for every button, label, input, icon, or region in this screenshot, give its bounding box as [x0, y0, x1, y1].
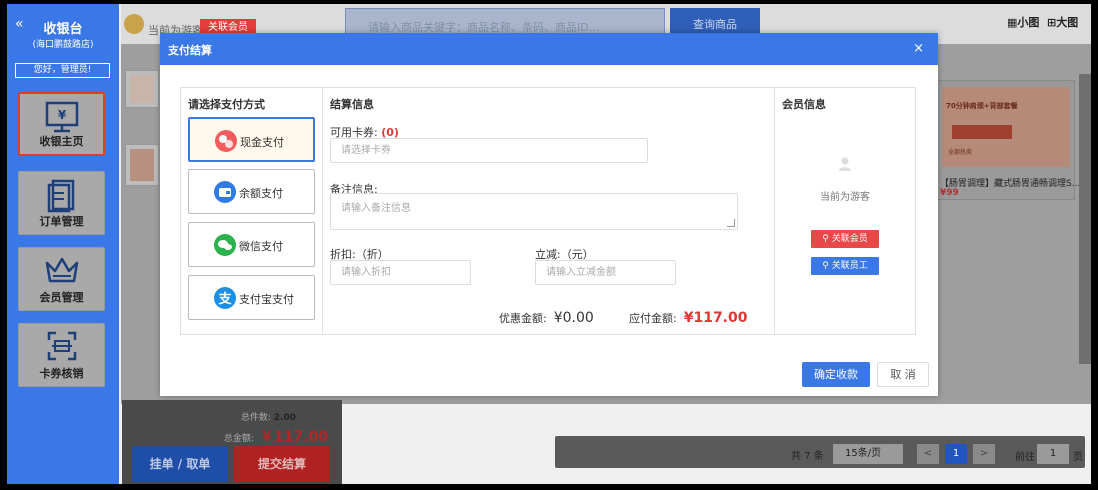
sidebar-item-label: 会员管理: [39, 291, 84, 304]
order-summary: 总件数: 2.00 总金额: ￥117.00 挂单 / 取单 提交结算: [122, 400, 342, 484]
sidebar-item-coupons[interactable]: 卡券核销: [18, 323, 105, 387]
page-suffix: 页: [1073, 452, 1083, 463]
user-placeholder-icon: [839, 157, 851, 171]
remark-textarea[interactable]: 请输入备注信息: [330, 193, 738, 230]
submit-checkout-button[interactable]: 提交结算: [234, 446, 330, 482]
alipay-icon: 支: [214, 287, 236, 309]
pay-option-cash[interactable]: 现金支付: [188, 117, 315, 162]
settle-section-title: 结算信息: [330, 98, 374, 111]
goto-page-input[interactable]: 1: [1037, 444, 1069, 464]
payable-amount: 应付金额: ¥117.00: [629, 310, 748, 326]
svg-text:支: 支: [217, 291, 232, 307]
sidebar: « 收银台 (海口鹏鼓路店) 您好，管理员! ¥ 收银主页 订单管理 会员管理 …: [7, 4, 119, 484]
pay-option-label: 现金支付: [240, 136, 284, 149]
cancel-button[interactable]: 取 消: [877, 362, 929, 387]
link-member-button[interactable]: ⚲ 关联会员: [811, 230, 879, 248]
coupon-select[interactable]: 请选择卡券: [330, 138, 648, 163]
member-empty-text: 当前为游客: [820, 192, 870, 203]
cashier-icon: ¥: [45, 101, 78, 133]
modal-header: 支付结算 ×: [160, 33, 938, 65]
goto-label: 前往: [1015, 452, 1035, 463]
scan-icon: [47, 331, 76, 361]
crown-icon: [45, 257, 78, 283]
prev-page-button[interactable]: <: [917, 444, 939, 464]
reduce-input[interactable]: 请输入立减金额: [535, 260, 676, 285]
avatar: [124, 14, 144, 34]
user-icon: ⚲: [822, 261, 829, 271]
cash-icon: [215, 130, 237, 152]
link-staff-button[interactable]: ⚲ 关联员工: [811, 257, 879, 275]
total-items: 共 7 条: [791, 451, 824, 462]
sidebar-item-cashier[interactable]: ¥ 收银主页: [18, 92, 105, 156]
product-name: 【肠胃调理】藏式肠胃通畅调理S...: [940, 179, 1081, 189]
sidebar-item-label: 订单管理: [39, 215, 84, 228]
pos-app: « 收银台 (海口鹏鼓路店) 您好，管理员! ¥ 收银主页 订单管理 会员管理 …: [7, 4, 1091, 484]
view-large-toggle[interactable]: ⊞大图: [1047, 14, 1078, 30]
pay-option-wechat[interactable]: 微信支付: [188, 222, 315, 267]
total-amount: 总金额: ￥117.00: [223, 429, 328, 445]
modal-body: 请选择支付方式 现金支付 余额支付 微信支付 支 支付宝支付 结算信息 可用卡券…: [180, 87, 916, 335]
sidebar-item-label: 卡券核销: [39, 367, 84, 380]
member-section-title: 会员信息: [782, 98, 826, 111]
pay-option-label: 支付宝支付: [239, 293, 294, 306]
sidebar-item-members[interactable]: 会员管理: [18, 247, 105, 311]
product-image: 70分钟肩颈+背部套餐 全部热卖: [942, 87, 1070, 167]
product-card[interactable]: [125, 70, 159, 108]
close-icon[interactable]: ×: [913, 41, 924, 56]
total-count: 总件数: 2.00: [240, 413, 296, 423]
svg-text:¥: ¥: [57, 108, 66, 122]
wallet-icon: [214, 181, 236, 203]
resize-handle-icon[interactable]: [727, 219, 735, 227]
payment-methods: 请选择支付方式 现金支付 余额支付 微信支付 支 支付宝支付: [181, 88, 323, 334]
store-name: (海口鹏鼓路店): [32, 40, 94, 50]
modal-title: 支付结算: [168, 44, 212, 57]
scrollbar[interactable]: [1079, 74, 1091, 364]
orders-icon: [47, 179, 74, 213]
pay-option-balance[interactable]: 余额支付: [188, 169, 315, 214]
member-info: 会员信息 当前为游客 ⚲ 关联会员 ⚲ 关联员工: [775, 88, 915, 334]
page-number-current[interactable]: 1: [945, 444, 967, 464]
greeting: 您好，管理员!: [15, 63, 110, 78]
user-icon: ⚲: [822, 234, 829, 244]
pay-option-label: 微信支付: [239, 240, 283, 253]
discount-input[interactable]: 请输入折扣: [330, 260, 471, 285]
sidebar-item-label: 收银主页: [39, 135, 84, 148]
product-price: ¥99: [940, 188, 959, 198]
page-size-select[interactable]: 15条/页: [833, 444, 903, 464]
pagination: 共 7 条 15条/页 < 1 > 前往 1 页: [555, 436, 1085, 468]
product-card[interactable]: 70分钟肩颈+背部套餐 全部热卖 【肠胃调理】藏式肠胃通畅调理S... ¥99: [935, 80, 1080, 200]
confirm-payment-button[interactable]: 确定收款: [802, 362, 870, 387]
sidebar-title: 收银台: [43, 22, 83, 37]
discount-amount: 优惠金额: ¥0.00: [499, 310, 594, 326]
product-card[interactable]: [125, 144, 159, 186]
settlement-info: 结算信息 可用卡券: (0) 请选择卡券 备注信息: 请输入备注信息 折扣:（折…: [323, 88, 775, 334]
view-small-toggle[interactable]: ▦小图: [1007, 14, 1039, 30]
pay-section-title: 请选择支付方式: [188, 98, 265, 111]
payment-modal: 支付结算 × 请选择支付方式 现金支付 余额支付 微信支付 支 支付宝支付 结算…: [160, 33, 938, 396]
next-page-button[interactable]: >: [973, 444, 995, 464]
sidebar-item-orders[interactable]: 订单管理: [18, 171, 105, 235]
hold-order-button[interactable]: 挂单 / 取单: [132, 446, 228, 482]
pay-option-alipay[interactable]: 支 支付宝支付: [188, 275, 315, 320]
pay-option-label: 余额支付: [239, 187, 283, 200]
wechat-icon: [214, 234, 236, 256]
